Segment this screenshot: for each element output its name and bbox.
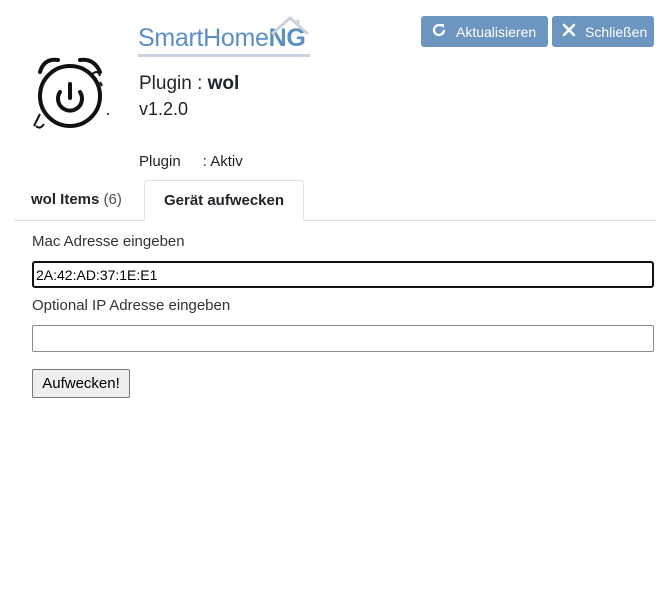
brand-logo: SmartHomeNG bbox=[138, 14, 318, 58]
alarm-clock-power-icon bbox=[30, 52, 112, 132]
plugin-title: Plugin : wol bbox=[139, 72, 239, 96]
tab-wake-device-label: Gerät aufwecken bbox=[163, 192, 285, 209]
close-button-label: Schließen bbox=[585, 23, 648, 40]
tab-wol-items-count: (6) bbox=[103, 191, 122, 208]
plugin-status-label: Plugin bbox=[139, 153, 181, 170]
house-roof-icon bbox=[271, 15, 309, 36]
close-button[interactable]: Schließen bbox=[552, 16, 654, 47]
brand-underline bbox=[138, 54, 310, 57]
ip-address-input[interactable] bbox=[32, 325, 654, 352]
plugin-title-prefix: Plugin : bbox=[139, 73, 208, 94]
close-icon bbox=[562, 23, 576, 40]
refresh-button[interactable]: Aktualisieren bbox=[421, 16, 548, 47]
ip-address-label: Optional IP Adresse eingeben bbox=[32, 297, 231, 314]
tab-wol-items[interactable]: wol Items (6) bbox=[14, 180, 144, 221]
refresh-icon bbox=[431, 22, 447, 41]
mac-address-label: Mac Adresse eingeben bbox=[32, 233, 185, 250]
page: SmartHomeNG Aktualisieren Schließen Plug… bbox=[0, 0, 670, 597]
wake-button[interactable]: Aufwecken! bbox=[32, 369, 130, 398]
mac-address-input[interactable] bbox=[32, 261, 654, 288]
plugin-status-value: : Aktiv bbox=[202, 153, 243, 170]
refresh-button-label: Aktualisieren bbox=[456, 23, 537, 40]
tab-wol-items-label: wol Items bbox=[31, 191, 100, 208]
plugin-status: Plugin : Aktiv bbox=[139, 152, 243, 172]
brand-name-part1: SmartHome bbox=[138, 24, 269, 52]
tab-bar: wol Items (6) Gerät aufwecken bbox=[14, 180, 656, 221]
plugin-version: v1.2.0 bbox=[139, 99, 189, 119]
plugin-name: wol bbox=[207, 73, 240, 94]
tab-wake-device[interactable]: Gerät aufwecken bbox=[144, 180, 304, 221]
